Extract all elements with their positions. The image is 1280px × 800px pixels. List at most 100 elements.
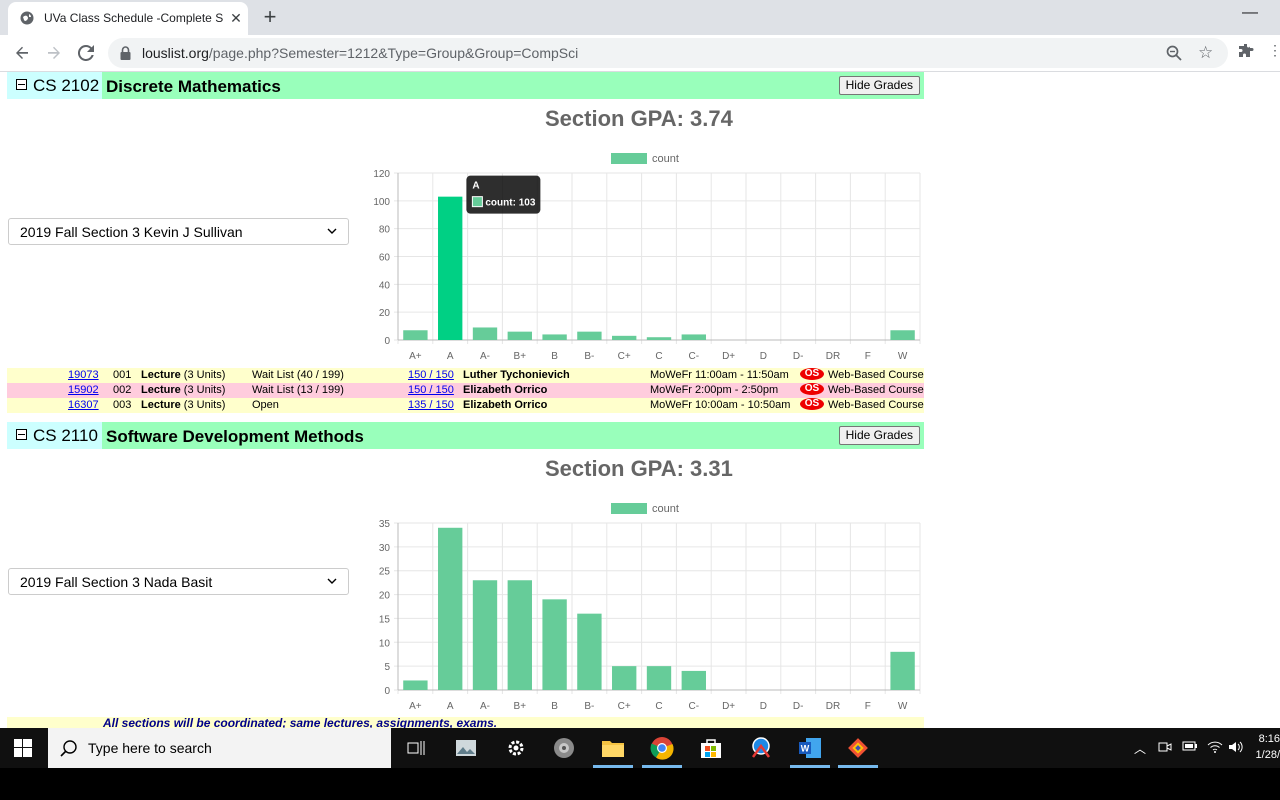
section-select-value: 2019 Fall Section 3 Kevin J Sullivan bbox=[20, 224, 243, 240]
chrome-menu-icon[interactable]: ⋮ bbox=[1268, 42, 1280, 59]
tooltip-value: count: 103 bbox=[485, 198, 535, 209]
url-host: louslist.org bbox=[142, 45, 209, 61]
coordination-note-text: All sections will be coordinated; same l… bbox=[103, 717, 498, 728]
volume-icon[interactable] bbox=[1228, 740, 1244, 757]
zoom-icon[interactable] bbox=[1166, 45, 1182, 61]
enrollment-link[interactable]: 150 / 150 bbox=[408, 384, 454, 396]
y-tick-label: 40 bbox=[379, 280, 391, 291]
page-content: CS 2102 Discrete Mathematics Hide Grades… bbox=[0, 72, 1280, 728]
x-tick-label: A+ bbox=[409, 701, 422, 712]
section-type: Lecture (3 Units) bbox=[141, 384, 226, 396]
x-tick-label: A- bbox=[480, 701, 490, 712]
snipping-tool-icon[interactable] bbox=[745, 732, 777, 764]
section-id-link[interactable]: 16307 bbox=[68, 399, 99, 411]
file-explorer-icon[interactable] bbox=[597, 732, 629, 764]
x-tick-label: DR bbox=[826, 701, 840, 712]
section-row: 19073 001 Lecture (3 Units) Wait List (40 /… bbox=[7, 368, 924, 383]
media-player-icon[interactable] bbox=[548, 732, 580, 764]
x-tick-label: A bbox=[447, 351, 454, 362]
task-view-icon[interactable] bbox=[400, 732, 432, 764]
section-number: 002 bbox=[113, 384, 132, 396]
git-tool-icon[interactable] bbox=[842, 732, 874, 764]
tab-close-icon[interactable]: ✕ bbox=[228, 10, 244, 26]
svg-text:W: W bbox=[801, 744, 810, 754]
collapse-icon[interactable] bbox=[16, 429, 27, 440]
chevron-down-icon bbox=[327, 578, 337, 584]
y-tick-label: 30 bbox=[379, 543, 391, 554]
tooltip-swatch bbox=[471, 196, 483, 208]
x-tick-label: D bbox=[760, 351, 767, 362]
course-number-cell: CS 2102 bbox=[7, 72, 102, 99]
section-id-link[interactable]: 19073 bbox=[68, 369, 99, 381]
grade-chart: count 0 5 10 15 20 25 30 35 A+ A A- B+ B B- C+ C C- D+ D D- D… bbox=[379, 503, 921, 712]
section-number: 003 bbox=[113, 399, 132, 411]
meeting-time: MoWeFr 10:00am - 10:50am bbox=[650, 399, 791, 411]
meeting-time: MoWeFr 11:00am - 11:50am bbox=[650, 369, 789, 381]
y-tick-label: 120 bbox=[373, 169, 390, 180]
hide-grades-button[interactable]: Hide Grades bbox=[838, 76, 920, 95]
address-bar[interactable]: louslist.org/page.php?Semester=1212&Type… bbox=[108, 38, 1228, 68]
instructor: Elizabeth Orrico bbox=[463, 399, 547, 411]
photos-app-icon[interactable] bbox=[450, 732, 482, 764]
battery-icon[interactable] bbox=[1182, 740, 1198, 755]
search-placeholder: Type here to search bbox=[88, 740, 212, 756]
bar bbox=[438, 527, 463, 690]
enrollment-link[interactable]: 135 / 150 bbox=[408, 399, 454, 411]
lock-icon bbox=[120, 46, 131, 60]
reload-icon[interactable] bbox=[74, 41, 98, 65]
y-tick-label: 20 bbox=[379, 308, 391, 319]
minimize-button[interactable]: — bbox=[1238, 4, 1262, 26]
section-id-link[interactable]: 15902 bbox=[68, 384, 99, 396]
section-id[interactable]: 15902 bbox=[68, 384, 99, 396]
chrome-icon[interactable] bbox=[646, 732, 678, 764]
taskbar-search[interactable]: Type here to search bbox=[48, 728, 391, 768]
back-icon[interactable] bbox=[10, 41, 34, 65]
bar bbox=[403, 680, 428, 690]
store-icon[interactable] bbox=[695, 732, 727, 764]
meet-now-icon[interactable] bbox=[1158, 740, 1172, 757]
windows-taskbar: Type here to search W ︿ 8:16 1/28/ bbox=[0, 728, 1280, 768]
legend-label: count bbox=[652, 153, 679, 165]
enrollment-count[interactable]: 135 / 150 bbox=[408, 399, 454, 411]
wifi-icon[interactable] bbox=[1207, 740, 1223, 757]
bar bbox=[472, 580, 498, 690]
legend-swatch bbox=[611, 153, 647, 164]
word-icon[interactable]: W bbox=[794, 732, 826, 764]
active-app-indicator bbox=[790, 765, 830, 768]
x-tick-label: A- bbox=[480, 351, 490, 362]
bar bbox=[542, 599, 567, 690]
new-tab-button[interactable]: + bbox=[258, 6, 282, 30]
browser-tab[interactable]: UVa Class Schedule -Complete S ✕ bbox=[8, 2, 248, 35]
section-id[interactable]: 16307 bbox=[68, 399, 99, 411]
system-clock[interactable]: 8:16 1/28/ bbox=[1253, 731, 1280, 763]
section-id[interactable]: 19073 bbox=[68, 369, 99, 381]
bar bbox=[681, 334, 706, 340]
enrollment-count[interactable]: 150 / 150 bbox=[408, 384, 454, 396]
chevron-up-icon[interactable]: ︿ bbox=[1134, 740, 1146, 757]
bar bbox=[507, 331, 532, 340]
hide-grades-button[interactable]: Hide Grades bbox=[838, 426, 920, 445]
forward-icon[interactable] bbox=[42, 41, 66, 65]
bar bbox=[612, 666, 637, 690]
coordination-note: All sections will be coordinated; same l… bbox=[7, 717, 924, 728]
section-select[interactable]: 2019 Fall Section 3 Nada Basit bbox=[8, 568, 349, 595]
section-select[interactable]: 2019 Fall Section 3 Kevin J Sullivan bbox=[8, 218, 349, 245]
legend-label: count bbox=[652, 503, 679, 515]
enrollment-count[interactable]: 150 / 150 bbox=[408, 369, 454, 381]
extensions-icon[interactable] bbox=[1238, 43, 1254, 64]
browser-toolbar: louslist.org/page.php?Semester=1212&Type… bbox=[0, 35, 1280, 72]
bar bbox=[403, 330, 428, 340]
settings-gear-icon[interactable] bbox=[500, 732, 532, 764]
enrollment-link[interactable]: 150 / 150 bbox=[408, 369, 454, 381]
x-tick-label: D+ bbox=[722, 701, 735, 712]
y-tick-label: 0 bbox=[384, 336, 390, 347]
sections-table: 19073 001 Lecture (3 Units) Wait List (40 /… bbox=[7, 368, 924, 413]
section-row: 15902 002 Lecture (3 Units) Wait List (13 /… bbox=[7, 383, 924, 398]
y-tick-label: 0 bbox=[384, 686, 390, 697]
section-type: Lecture (3 Units) bbox=[141, 399, 226, 411]
windows-start-icon[interactable] bbox=[14, 739, 32, 757]
bar bbox=[890, 651, 915, 690]
bookmark-star-icon[interactable]: ☆ bbox=[1198, 43, 1213, 63]
section-gpa: Section GPA: 3.31 bbox=[545, 456, 733, 481]
collapse-icon[interactable] bbox=[16, 79, 27, 90]
